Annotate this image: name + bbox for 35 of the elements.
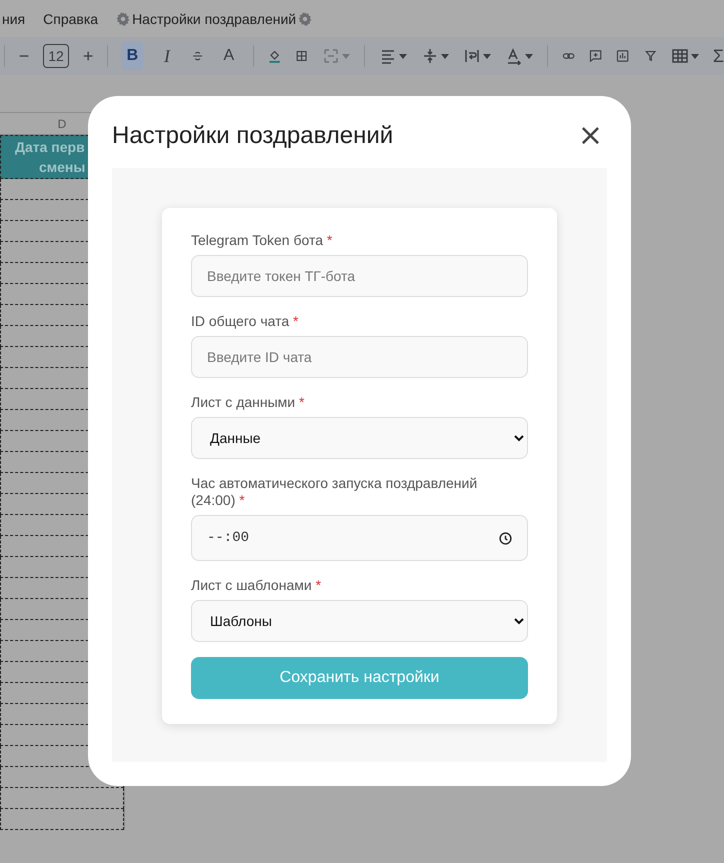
gear-icon: [298, 12, 312, 26]
caret-icon[interactable]: [525, 54, 534, 58]
italic-button[interactable]: I: [156, 42, 178, 70]
functions-button[interactable]: Σ: [712, 46, 724, 66]
caret-icon[interactable]: [399, 54, 408, 58]
caret-icon[interactable]: [690, 54, 699, 58]
sheet-cell[interactable]: [0, 809, 124, 830]
text-color-button[interactable]: A: [218, 42, 240, 70]
increase-font-size-button[interactable]: +: [82, 46, 94, 66]
text-rotate-icon[interactable]: [505, 47, 524, 65]
field-label: Лист с шаблонами *: [191, 577, 322, 594]
caret-icon[interactable]: [483, 54, 492, 58]
bold-button[interactable]: B: [122, 42, 143, 70]
menu-item[interactable]: ния: [2, 10, 26, 26]
clock-icon[interactable]: [499, 532, 512, 544]
time-input-field[interactable]: --:00: [191, 515, 528, 561]
field-label: Час автоматического запуска поздравлений (24:00) *: [191, 475, 478, 509]
table-icon[interactable]: [670, 47, 689, 65]
save-button[interactable]: Сохранить настройки: [191, 657, 528, 699]
text-input-field[interactable]: Введите токен ТГ-бота: [191, 255, 528, 297]
text-input-field[interactable]: Введите ID чата: [191, 336, 528, 378]
caret-icon[interactable]: [441, 54, 450, 58]
close-button[interactable]: ×: [574, 121, 607, 151]
field-label: ID общего чата *: [191, 313, 300, 330]
field-label: Лист с данными *: [191, 394, 306, 411]
font-size-field[interactable]: 12: [43, 44, 69, 68]
text-wrap-icon[interactable]: [463, 47, 482, 65]
menu-item[interactable]: Настройки поздравлений: [132, 10, 296, 26]
decrease-font-size-button[interactable]: −: [18, 46, 30, 66]
menu-item[interactable]: Справка: [43, 10, 98, 26]
sheet-cell[interactable]: [0, 788, 124, 809]
dropdown-select[interactable]: Шаблоны: [191, 600, 528, 642]
dropdown-select[interactable]: Данные: [191, 417, 528, 459]
gear-icon: [116, 12, 130, 26]
field-label: Telegram Token бота *: [191, 232, 334, 249]
